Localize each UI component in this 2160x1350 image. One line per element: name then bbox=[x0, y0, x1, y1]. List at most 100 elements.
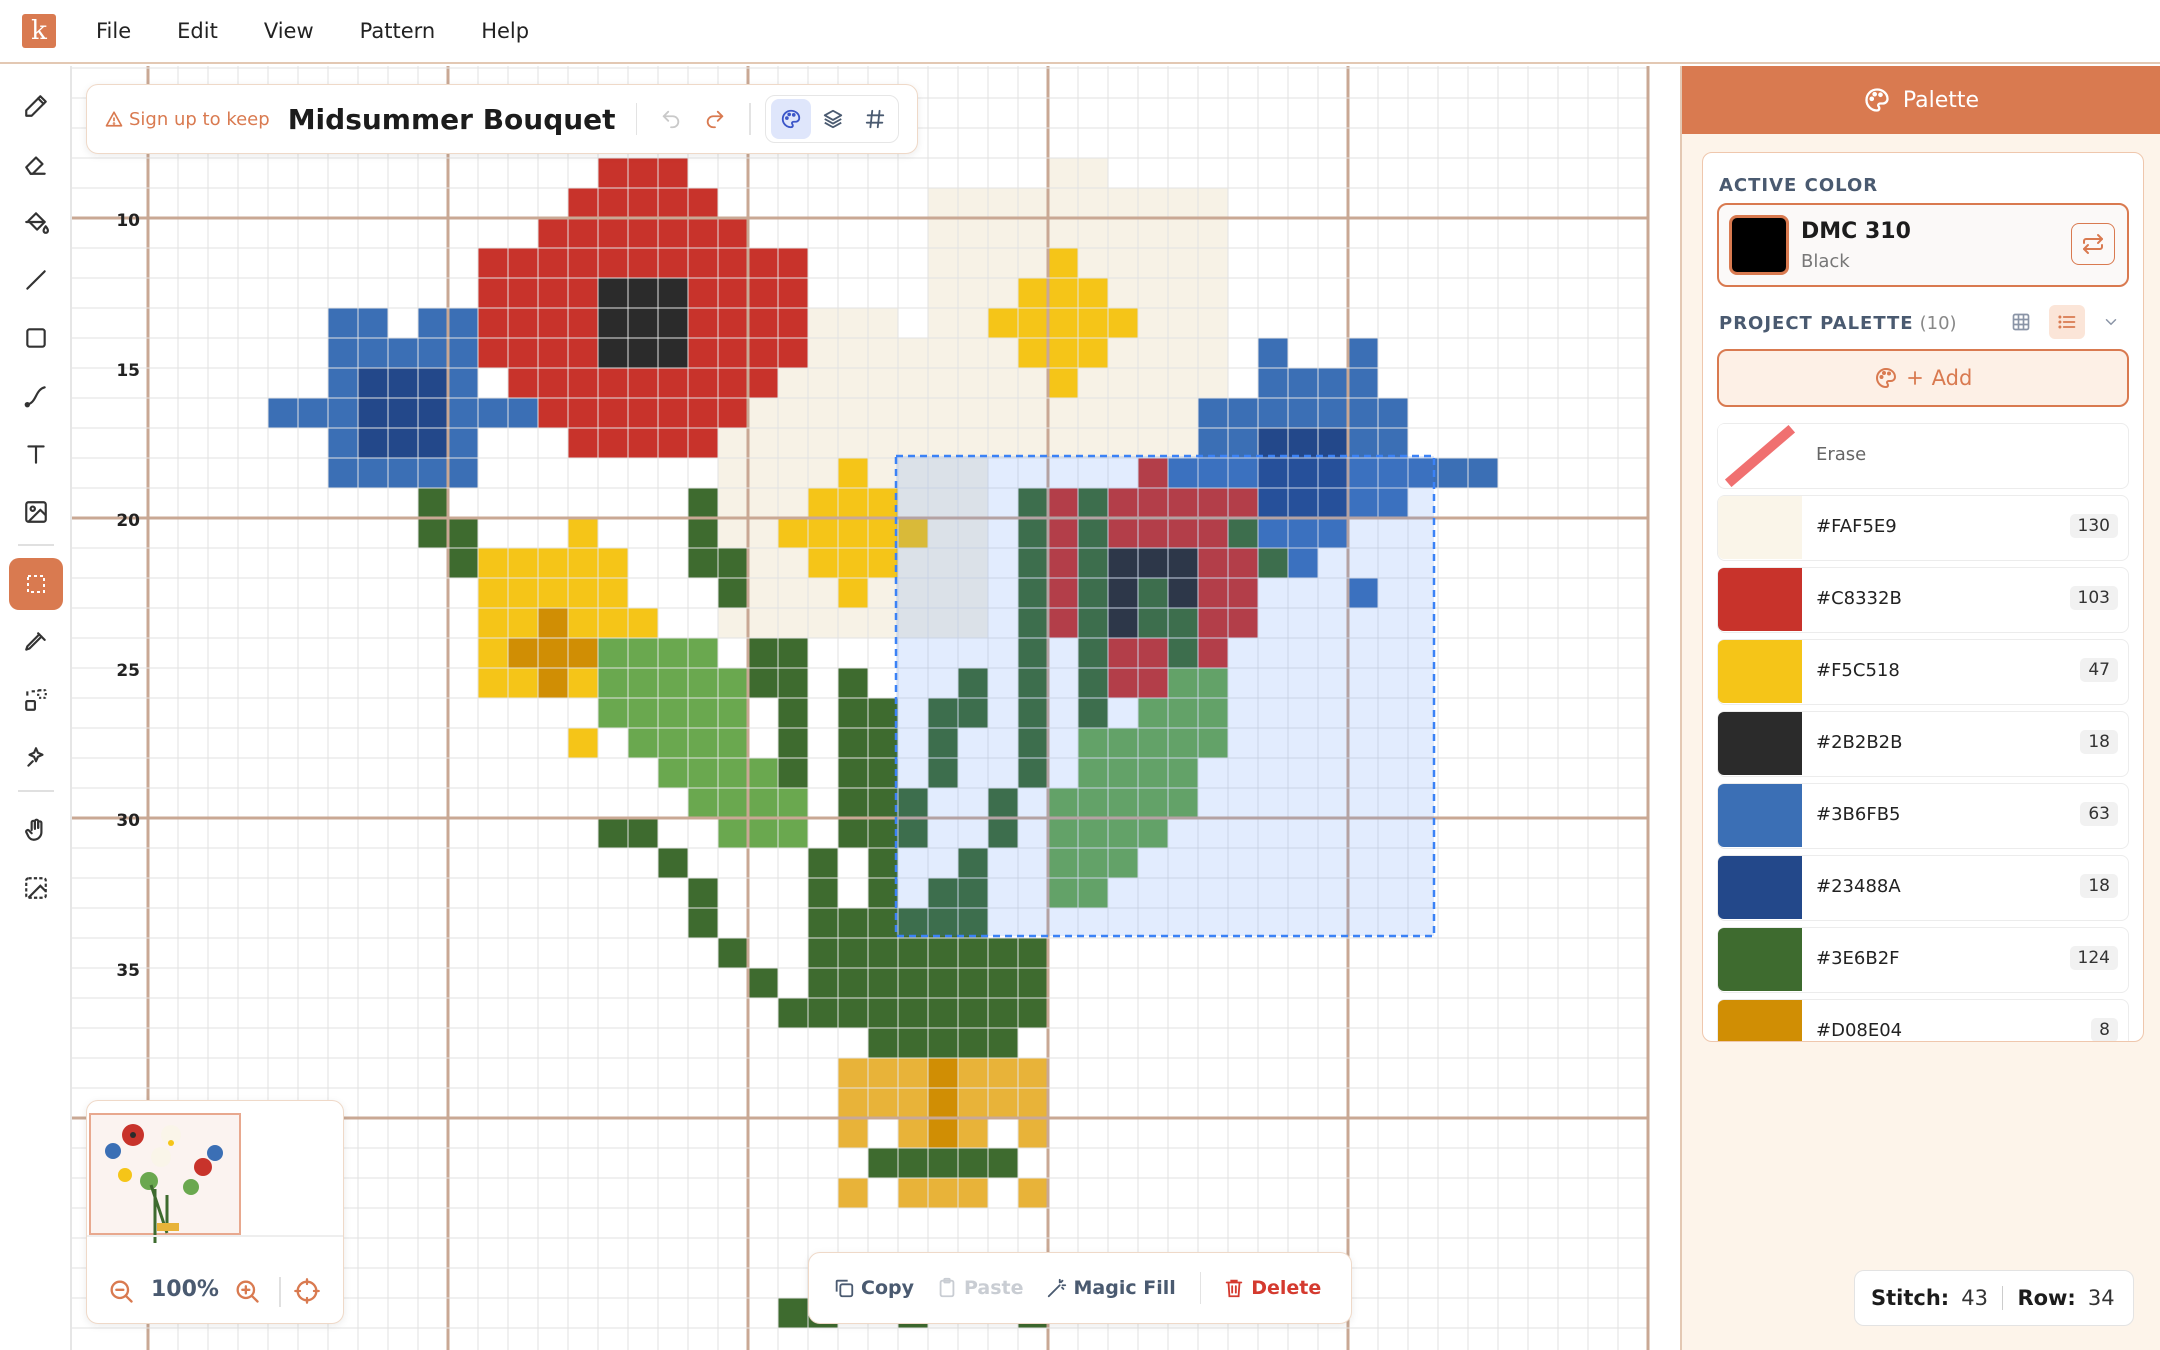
stitch-cell bbox=[928, 1028, 958, 1058]
palette-swatch-row[interactable]: #23488A 18 bbox=[1717, 855, 2129, 921]
swap-color-button[interactable] bbox=[2071, 223, 2115, 265]
stitch-cell bbox=[358, 398, 388, 428]
stitch-cell bbox=[598, 608, 628, 638]
rectangle-tool[interactable] bbox=[9, 312, 63, 364]
stitch-cell bbox=[598, 218, 628, 248]
grid-view-button[interactable] bbox=[2003, 305, 2039, 339]
stitch-cell bbox=[868, 398, 898, 428]
stitch-cell bbox=[928, 218, 958, 248]
palette-swatch-row[interactable]: #FAF5E9 130 bbox=[1717, 495, 2129, 561]
color-view-button[interactable] bbox=[770, 99, 811, 139]
stitch-cell bbox=[808, 308, 838, 338]
stitch-cell bbox=[538, 638, 568, 668]
stitch-cell bbox=[658, 158, 688, 188]
stitch-cell bbox=[388, 338, 418, 368]
palette-swatch-row[interactable]: #C8332B 103 bbox=[1717, 567, 2129, 633]
stitch-cell bbox=[1198, 248, 1228, 278]
stitch-cell bbox=[928, 968, 958, 998]
stitch-cell bbox=[1258, 398, 1288, 428]
palette-swatch-row[interactable]: #3B6FB5 63 bbox=[1717, 783, 2129, 849]
copy-button[interactable]: Copy bbox=[833, 1277, 914, 1299]
menu-file[interactable]: File bbox=[96, 19, 131, 43]
list-view-button[interactable] bbox=[2049, 305, 2085, 339]
swatch-color-chip bbox=[1718, 496, 1802, 559]
sign-up-link[interactable]: Sign up to keep bbox=[105, 109, 270, 130]
recenter-button[interactable] bbox=[293, 1277, 321, 1309]
stitch-cell bbox=[1108, 368, 1138, 398]
menu-help[interactable]: Help bbox=[481, 19, 529, 43]
stitch-cell bbox=[628, 428, 658, 458]
palette-icon bbox=[1865, 88, 1889, 112]
magic-wand-tool[interactable] bbox=[9, 732, 63, 784]
active-color-box[interactable]: DMC 310 Black bbox=[1717, 203, 2129, 287]
magic-fill-button[interactable]: Magic Fill bbox=[1046, 1277, 1176, 1299]
image-trace-tool[interactable] bbox=[9, 862, 63, 914]
paste-button[interactable]: Paste bbox=[936, 1277, 1024, 1299]
stitch-cell bbox=[718, 398, 748, 428]
stitch-cell bbox=[508, 338, 538, 368]
stitch-cell bbox=[928, 428, 958, 458]
palette-swatch-row[interactable]: #D08E04 8 bbox=[1717, 999, 2129, 1041]
stitch-cell bbox=[898, 968, 928, 998]
palette-panel-header[interactable]: Palette bbox=[1682, 66, 2160, 134]
palette-swatch-row[interactable]: #F5C518 47 bbox=[1717, 639, 2129, 705]
erase-swatch-row[interactable]: Erase bbox=[1717, 423, 2129, 489]
stitch-cell bbox=[748, 818, 778, 848]
minimap-blob bbox=[207, 1145, 223, 1161]
redo-button[interactable] bbox=[695, 99, 735, 139]
stitch-cell bbox=[1108, 338, 1138, 368]
stitch-cell bbox=[658, 338, 688, 368]
stitch-cell bbox=[868, 548, 898, 578]
palette-swatch-row[interactable]: #3E6B2F 124 bbox=[1717, 927, 2129, 993]
row-number: 30 bbox=[116, 811, 140, 831]
stitch-cell bbox=[868, 308, 898, 338]
eyedropper-tool[interactable] bbox=[9, 616, 63, 668]
stitch-cell bbox=[628, 188, 658, 218]
stitch-cell bbox=[958, 938, 988, 968]
menu-pattern[interactable]: Pattern bbox=[360, 19, 436, 43]
stitch-cell bbox=[718, 278, 748, 308]
stitch-cell bbox=[838, 458, 868, 488]
selection-rect[interactable] bbox=[894, 454, 1436, 938]
stitch-cell bbox=[568, 218, 598, 248]
sign-up-label: Sign up to keep bbox=[129, 108, 270, 130]
menu-edit[interactable]: Edit bbox=[177, 19, 218, 43]
layers-view-button[interactable] bbox=[813, 99, 853, 139]
stitch-cell bbox=[748, 608, 778, 638]
line-tool[interactable] bbox=[9, 254, 63, 306]
swatch-color-chip bbox=[1718, 928, 1802, 991]
project-title[interactable]: Midsummer Bouquet bbox=[288, 103, 616, 136]
stitch-cell bbox=[748, 578, 778, 608]
undo-button[interactable] bbox=[651, 99, 691, 139]
add-color-button[interactable]: Add bbox=[1717, 349, 2129, 407]
fill-tool[interactable] bbox=[9, 196, 63, 248]
delete-button[interactable]: Delete bbox=[1223, 1277, 1321, 1299]
eraser-tool[interactable] bbox=[9, 138, 63, 190]
palette-swatch-row[interactable]: #2B2B2B 18 bbox=[1717, 711, 2129, 777]
stitch-cell bbox=[538, 218, 568, 248]
replace-color-tool[interactable] bbox=[9, 674, 63, 726]
pencil-tool[interactable] bbox=[9, 80, 63, 132]
image-tool[interactable] bbox=[9, 486, 63, 538]
stitch-cell bbox=[958, 398, 988, 428]
zoom-out-button[interactable] bbox=[107, 1277, 135, 1309]
stitch-cell bbox=[898, 368, 928, 398]
hand-tool[interactable] bbox=[9, 804, 63, 856]
minimap-preview[interactable] bbox=[89, 1113, 241, 1243]
menu-view[interactable]: View bbox=[264, 19, 314, 43]
stitch-cell bbox=[898, 1148, 928, 1178]
stitch-cell bbox=[1138, 368, 1168, 398]
stitch-cell bbox=[718, 518, 748, 548]
stitch-cell bbox=[628, 608, 658, 638]
backstitch-tool[interactable] bbox=[9, 370, 63, 422]
text-tool[interactable] bbox=[9, 428, 63, 480]
zoom-in-button[interactable] bbox=[233, 1277, 261, 1309]
collapse-palette-button[interactable] bbox=[2095, 305, 2127, 339]
symbol-view-button[interactable] bbox=[855, 99, 895, 139]
stitch-cell bbox=[478, 338, 508, 368]
select-tool[interactable] bbox=[9, 558, 63, 610]
stitch-cell bbox=[778, 758, 808, 788]
stitch-cell bbox=[748, 458, 778, 488]
stitch-cell bbox=[1288, 428, 1318, 458]
app-logo[interactable]: k bbox=[22, 14, 56, 48]
